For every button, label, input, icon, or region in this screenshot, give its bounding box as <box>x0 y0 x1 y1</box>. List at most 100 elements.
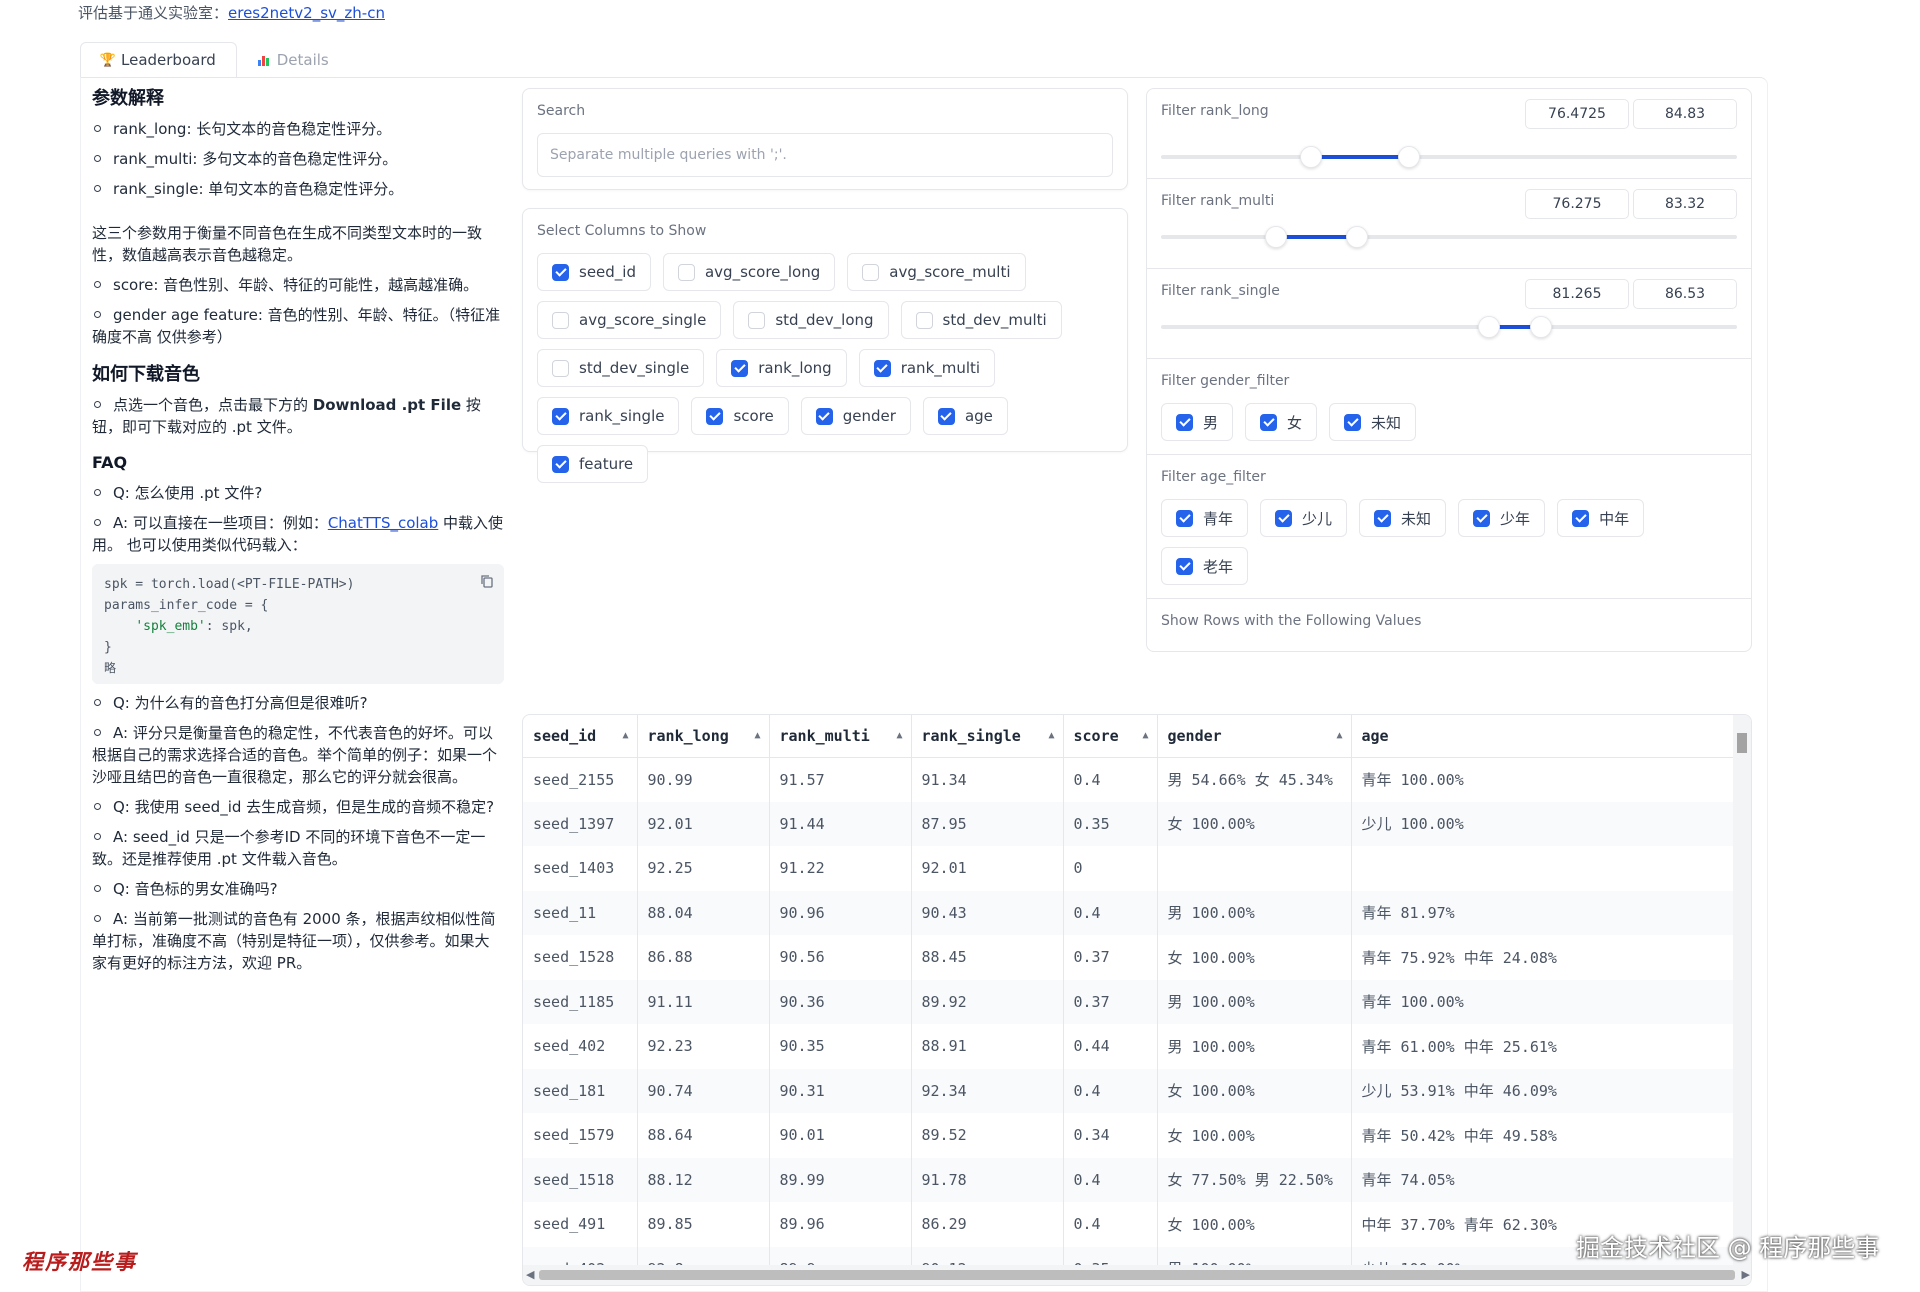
column-checkbox[interactable]: seed_id <box>537 253 651 291</box>
slider-min-handle[interactable] <box>1265 226 1288 248</box>
table-cell[interactable]: 0.4 <box>1063 1157 1158 1202</box>
table-cell[interactable]: 92.25 <box>637 846 770 891</box>
table-cell[interactable]: 89.52 <box>911 1113 1064 1158</box>
scroll-thumb[interactable] <box>1737 733 1747 753</box>
table-cell[interactable]: 青年 81.97% <box>1351 890 1742 935</box>
gender-checkbox[interactable]: 未知 <box>1329 403 1417 441</box>
table-cell[interactable]: 女 100.00% <box>1157 935 1352 980</box>
slider-max-handle[interactable] <box>1345 226 1368 248</box>
table-cell[interactable]: seed_1185 <box>523 979 638 1024</box>
sort-icon[interactable]: ▲ <box>896 730 902 741</box>
table-cell[interactable]: seed_1528 <box>523 935 638 980</box>
table-cell[interactable]: 青年 74.05% <box>1351 1157 1742 1202</box>
slider-min-handle[interactable] <box>1299 146 1322 168</box>
column-checkbox[interactable]: gender <box>800 397 911 435</box>
table-cell[interactable]: 92.01 <box>911 846 1064 891</box>
table-cell[interactable]: 88.04 <box>637 890 770 935</box>
table-cell[interactable]: 90.56 <box>769 935 912 980</box>
model-link[interactable]: eres2netv2_sv_zh-cn <box>228 4 385 22</box>
table-cell[interactable]: 0.34 <box>1063 1113 1158 1158</box>
table-cell[interactable]: 女 100.00% <box>1157 1202 1352 1247</box>
table-cell[interactable]: seed_491 <box>523 1202 638 1247</box>
table-row[interactable]: seed_1528 86.88 90.56 88.45 0.37 女 100.00% 青年 … <box>523 935 1742 980</box>
sort-icon[interactable]: ▲ <box>622 730 628 741</box>
table-row[interactable]: seed_2155 90.99 91.57 91.34 0.4 男 54.66% 女 45… <box>523 757 1742 802</box>
table-cell[interactable]: 88.91 <box>911 1024 1064 1069</box>
table-cell[interactable] <box>1157 846 1352 891</box>
rank-long-slider[interactable] <box>1161 146 1737 168</box>
sort-icon[interactable]: ▲ <box>1142 730 1148 741</box>
column-checkbox[interactable]: std_dev_single <box>537 349 705 387</box>
colab-link[interactable]: ChatTTS_colab <box>328 514 438 532</box>
table-cell[interactable]: 91.44 <box>769 801 912 846</box>
rank-multi-max-input[interactable]: 83.32 <box>1633 189 1737 219</box>
rank-long-max-input[interactable]: 84.83 <box>1633 99 1737 129</box>
rank-single-slider[interactable] <box>1161 316 1737 338</box>
table-cell[interactable]: 0.37 <box>1063 979 1158 1024</box>
table-cell[interactable]: 86.88 <box>637 935 770 980</box>
table-cell[interactable]: 女 77.50% 男 22.50% <box>1157 1157 1352 1202</box>
rank-single-min-input[interactable]: 81.265 <box>1525 279 1629 309</box>
table-cell[interactable]: seed_402 <box>523 1024 638 1069</box>
table-row[interactable]: seed_1185 91.11 90.36 89.92 0.37 男 100.00% 青年 … <box>523 979 1742 1024</box>
column-checkbox[interactable]: rank_multi <box>858 349 996 387</box>
table-cell[interactable]: 90.43 <box>911 890 1064 935</box>
table-cell[interactable]: 87.95 <box>911 801 1064 846</box>
table-cell[interactable]: seed_1579 <box>523 1113 638 1158</box>
sort-icon[interactable]: ▲ <box>1048 730 1054 741</box>
table-cell[interactable] <box>1351 846 1742 891</box>
table-row[interactable]: seed_491 89.85 89.96 86.29 0.4 女 100.00% 中年 37… <box>523 1202 1742 1247</box>
table-cell[interactable]: 90.31 <box>769 1068 912 1113</box>
column-header[interactable]: gender ▲ <box>1157 715 1352 758</box>
table-cell[interactable]: 青年 61.00% 中年 25.61% <box>1351 1024 1742 1069</box>
tab-details[interactable]: Details <box>237 42 349 78</box>
table-cell[interactable]: 89.85 <box>637 1202 770 1247</box>
table-cell[interactable]: 92.34 <box>911 1068 1064 1113</box>
table-cell[interactable]: 男 100.00% <box>1157 1024 1352 1069</box>
table-row[interactable]: seed_1403 92.25 91.22 92.01 0 <box>523 846 1742 891</box>
table-cell[interactable]: 90.96 <box>769 890 912 935</box>
table-cell[interactable]: 90.36 <box>769 979 912 1024</box>
table-cell[interactable]: 86.29 <box>911 1202 1064 1247</box>
table-cell[interactable]: 0.35 <box>1063 801 1158 846</box>
column-checkbox[interactable]: rank_long <box>716 349 847 387</box>
table-cell[interactable]: 90.74 <box>637 1068 770 1113</box>
table-cell[interactable]: 女 100.00% <box>1157 1068 1352 1113</box>
table-cell[interactable]: 0.37 <box>1063 935 1158 980</box>
column-checkbox[interactable]: score <box>691 397 789 435</box>
column-checkbox[interactable]: std_dev_multi <box>900 301 1062 339</box>
table-cell[interactable]: 0.4 <box>1063 757 1158 802</box>
table-cell[interactable]: 男 100.00% <box>1157 979 1352 1024</box>
gender-checkbox[interactable]: 男 <box>1161 403 1234 441</box>
column-header[interactable]: age <box>1351 715 1742 758</box>
column-header[interactable]: rank_multi ▲ <box>769 715 912 758</box>
column-checkbox[interactable]: avg_score_long <box>662 253 836 291</box>
table-cell[interactable]: 91.34 <box>911 757 1064 802</box>
table-cell[interactable]: 91.22 <box>769 846 912 891</box>
column-checkbox[interactable]: feature <box>537 445 649 483</box>
scroll-thumb[interactable] <box>539 1270 1735 1280</box>
table-cell[interactable]: seed_11 <box>523 890 638 935</box>
rank-long-min-input[interactable]: 76.4725 <box>1525 99 1629 129</box>
column-checkbox[interactable]: rank_single <box>537 397 680 435</box>
gender-checkbox[interactable]: 女 <box>1245 403 1318 441</box>
table-cell[interactable]: 女 100.00% <box>1157 801 1352 846</box>
slider-max-handle[interactable] <box>1530 316 1553 338</box>
scroll-left-icon[interactable]: ◀ <box>526 1268 534 1281</box>
age-checkbox[interactable]: 未知 <box>1359 499 1447 537</box>
table-cell[interactable]: 89.92 <box>911 979 1064 1024</box>
table-cell[interactable]: 88.64 <box>637 1113 770 1158</box>
table-cell[interactable]: 青年 100.00% <box>1351 757 1742 802</box>
table-cell[interactable]: seed_1403 <box>523 846 638 891</box>
slider-min-handle[interactable] <box>1478 316 1501 338</box>
table-row[interactable]: seed_1518 88.12 89.99 91.78 0.4 女 77.50% 男 22… <box>523 1157 1742 1202</box>
slider-max-handle[interactable] <box>1397 146 1420 168</box>
table-cell[interactable]: 88.45 <box>911 935 1064 980</box>
scroll-right-icon[interactable]: ▶ <box>1742 1268 1750 1281</box>
table-cell[interactable]: 92.23 <box>637 1024 770 1069</box>
sort-icon[interactable]: ▲ <box>754 730 760 741</box>
table-row[interactable]: seed_402 92.23 90.35 88.91 0.44 男 100.00% 青年 6… <box>523 1024 1742 1069</box>
sort-icon[interactable]: ▲ <box>1336 730 1342 741</box>
column-checkbox[interactable]: avg_score_multi <box>847 253 1026 291</box>
vertical-scrollbar[interactable] <box>1733 715 1751 1265</box>
